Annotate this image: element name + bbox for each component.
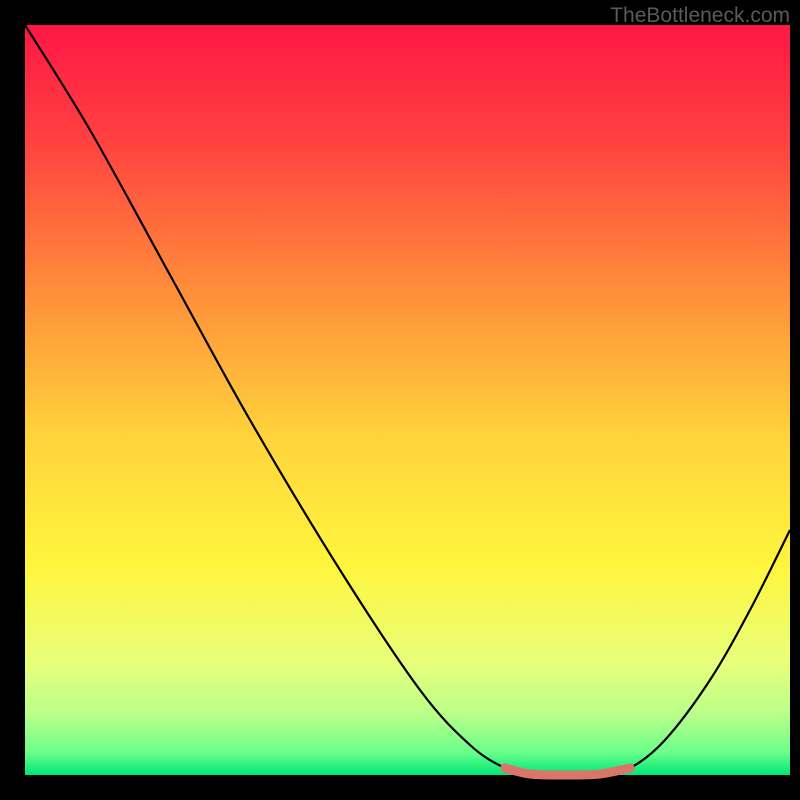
- chart-container: TheBottleneck.com: [0, 0, 800, 800]
- chart-svg: [0, 0, 800, 800]
- watermark-text: TheBottleneck.com: [610, 4, 790, 28]
- plot-background: [25, 25, 790, 775]
